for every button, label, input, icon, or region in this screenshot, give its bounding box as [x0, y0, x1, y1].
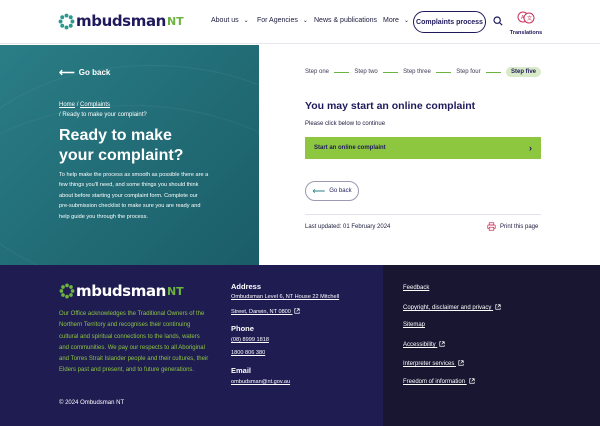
- footer-link-foi[interactable]: Freedom of information: [403, 378, 475, 385]
- breadcrumb-current: Ready to make your complaint?: [62, 112, 147, 118]
- footer-link-interpreter[interactable]: Interpreter services: [403, 360, 464, 367]
- go-back-link[interactable]: ⟵ Go back: [59, 66, 110, 79]
- complaints-process-button[interactable]: Complaints process: [413, 11, 486, 33]
- external-link-icon: [439, 341, 445, 347]
- start-online-complaint-label: Start an online complaint: [314, 145, 386, 151]
- chevron-right-icon: ›: [529, 143, 532, 153]
- print-label: Print this page: [500, 223, 539, 230]
- step-progress: Step one Step two Step three Step four S…: [305, 65, 542, 79]
- address-line2[interactable]: Street, Darwin, NT 0800: [231, 308, 301, 315]
- step-connector: [382, 71, 399, 73]
- ombudsman-sun-icon: [58, 13, 75, 29]
- search-icon[interactable]: [493, 16, 503, 26]
- printer-icon: [487, 222, 496, 231]
- breadcrumb-complaints[interactable]: Complaints: [80, 102, 110, 108]
- translate-icon: A 文: [517, 11, 535, 24]
- logo-word: mbudsman: [76, 12, 166, 30]
- nav-more[interactable]: More ⌄: [383, 17, 409, 24]
- phone-link-1[interactable]: (08) 8999 1818: [231, 337, 269, 343]
- step-one: Step one: [305, 69, 330, 75]
- footer-logo-word: mbudsman: [76, 282, 166, 300]
- translations-button[interactable]: A 文 Translations: [506, 11, 546, 36]
- footer-link-accessibility[interactable]: Accessibility: [403, 341, 445, 348]
- site-header: mbudsman NT About us ⌄ For Agencies ⌄ Ne…: [0, 0, 600, 44]
- step-connector: [334, 71, 350, 73]
- address-line2-text: Street, Darwin, NT 0800: [231, 309, 291, 315]
- svg-text:文: 文: [527, 15, 532, 22]
- nav-label: More: [383, 17, 399, 24]
- start-online-complaint-button[interactable]: Start an online complaint ›: [305, 137, 541, 159]
- arrow-left-icon: ⟵: [59, 67, 75, 79]
- step-four: Step four: [456, 69, 481, 75]
- go-back-button-label: Go back: [329, 188, 352, 194]
- nav-news-publications[interactable]: News & publications: [314, 17, 377, 24]
- external-link-icon: [458, 360, 464, 366]
- section-heading: You may start an online complaint: [305, 100, 476, 112]
- step-three: Step three: [403, 69, 431, 75]
- logo-suffix: NT: [166, 14, 184, 28]
- footer-link-sitemap[interactable]: Sitemap: [403, 322, 425, 328]
- footer-link-label: Interpreter services: [403, 361, 455, 367]
- chevron-down-icon: ⌄: [302, 18, 308, 24]
- step-two: Step two: [354, 69, 378, 75]
- acknowledgement-text: Our Office acknowledges the Traditional …: [59, 311, 209, 374]
- step-five-active: Step five: [506, 67, 542, 77]
- breadcrumb: Home / Complaints / Ready to make your c…: [59, 100, 147, 120]
- page-title-line1: Ready to make: [59, 127, 172, 144]
- nav-label: News & publications: [314, 17, 378, 24]
- address-line1[interactable]: Ombudsman Level 6, NT House 22 Mitchell: [231, 294, 339, 300]
- page-title-line2: your complaint?: [59, 147, 184, 164]
- print-page-link[interactable]: Print this page: [487, 222, 538, 231]
- breadcrumb-home[interactable]: Home: [59, 102, 75, 108]
- go-back-button[interactable]: ⟵ Go back: [305, 181, 359, 201]
- email-heading: Email: [231, 366, 252, 375]
- footer-link-feedback[interactable]: Feedback: [403, 285, 429, 291]
- hero-panel: ⟵ Go back Home / Complaints / Ready to m…: [0, 45, 259, 265]
- translations-label: Translations: [509, 30, 543, 36]
- footer-link-label: Copyright, disclaimer and privacy: [403, 305, 492, 311]
- nav-about-us[interactable]: About us ⌄: [211, 17, 249, 24]
- page-title: Ready to make your complaint?: [59, 126, 249, 166]
- external-link-icon: [294, 308, 301, 314]
- phone-heading: Phone: [231, 324, 254, 333]
- go-back-label: Go back: [78, 68, 111, 77]
- breadcrumb-separator: /: [59, 112, 63, 118]
- step-connector: [435, 71, 452, 73]
- external-link-icon: [469, 378, 475, 384]
- last-updated: Last updated: 01 February 2024: [305, 224, 391, 230]
- nav-label: About us: [211, 17, 239, 24]
- chevron-down-icon: ⌄: [243, 18, 249, 24]
- section-subtext: Please click below to continue: [305, 121, 386, 127]
- external-link-icon: [495, 304, 501, 310]
- footer-link-label: Freedom of information: [403, 379, 466, 385]
- step-connector: [485, 71, 501, 73]
- arrow-left-icon: ⟵: [312, 185, 326, 196]
- footer-link-label: Accessibility: [403, 342, 436, 348]
- footer-link-copyright[interactable]: Copyright, disclaimer and privacy: [403, 304, 501, 311]
- nav-for-agencies[interactable]: For Agencies ⌄: [257, 17, 308, 24]
- nav-label: For Agencies: [257, 17, 298, 24]
- ombudsman-sun-icon: [59, 283, 75, 299]
- intro-text: To help make the process as smooth as po…: [59, 172, 209, 220]
- phone-link-2[interactable]: 1800 806 380: [231, 350, 265, 356]
- copyright: © 2024 Ombudsman NT: [59, 400, 125, 406]
- footer-logo[interactable]: mbudsman NT: [59, 282, 184, 300]
- footer-logo-suffix: NT: [166, 284, 184, 298]
- site-logo[interactable]: mbudsman NT: [58, 12, 184, 30]
- address-heading: Address: [231, 282, 262, 291]
- email-link[interactable]: ombudsman@nt.gov.au: [231, 379, 290, 385]
- chevron-down-icon: ⌄: [403, 18, 409, 24]
- divider: [305, 214, 541, 215]
